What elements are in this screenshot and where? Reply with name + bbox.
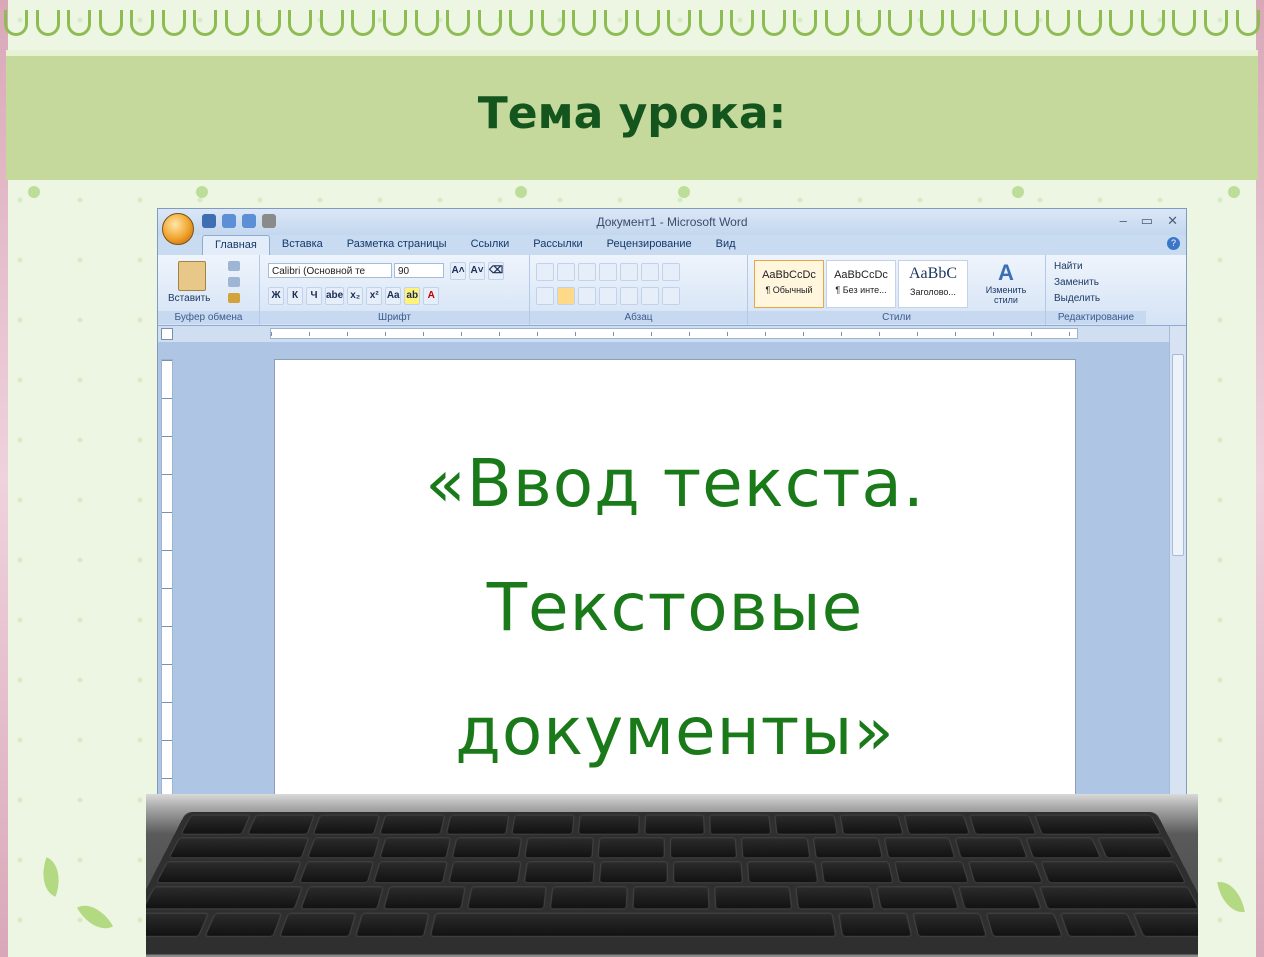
bold-button[interactable]: Ж: [268, 287, 284, 305]
align-left-icon[interactable]: [536, 287, 554, 305]
find-button[interactable]: Найти: [1054, 261, 1083, 272]
clipboard-group: Вставить Буфер обмена: [158, 255, 260, 325]
clipboard-group-label: Буфер обмена: [158, 311, 259, 324]
line-spacing-icon[interactable]: [620, 287, 638, 305]
tab-review[interactable]: Рецензирование: [595, 235, 704, 255]
cut-icon[interactable]: [228, 261, 240, 271]
editing-group: Найти Заменить Выделить Редактирование: [1046, 255, 1146, 325]
change-case-button[interactable]: Aa: [385, 287, 402, 305]
document-line: Текстовые: [486, 569, 864, 646]
format-painter-icon[interactable]: [228, 293, 240, 303]
horizontal-ruler[interactable]: [158, 326, 1186, 342]
document-line: документы»: [455, 693, 895, 770]
tab-mailings[interactable]: Рассылки: [521, 235, 594, 255]
office-button[interactable]: [162, 213, 194, 245]
document-text[interactable]: «Ввод текста. Текстовые документы»: [275, 422, 1075, 794]
paste-icon[interactable]: [178, 261, 206, 291]
sort-icon[interactable]: [641, 263, 659, 281]
word-window: Документ1 - Microsoft Word – ▭ ✕ Главная…: [157, 208, 1187, 798]
styles-group: AaBbCcDc ¶ Обычный AaBbCcDc ¶ Без инте..…: [748, 255, 1046, 325]
paste-button[interactable]: Вставить: [168, 293, 210, 304]
style-heading[interactable]: AaBbC Заголово...: [898, 260, 968, 308]
increase-indent-icon[interactable]: [620, 263, 638, 281]
vertical-ruler[interactable]: [161, 359, 173, 797]
decor-dot: [1012, 186, 1024, 198]
style-normal[interactable]: AaBbCcDc ¶ Обычный: [754, 260, 824, 308]
subscript-button[interactable]: x₂: [347, 287, 364, 305]
font-name-combo[interactable]: Calibri (Основной те: [268, 263, 392, 278]
tab-home[interactable]: Главная: [202, 235, 270, 255]
minimize-icon[interactable]: –: [1120, 213, 1127, 229]
italic-button[interactable]: К: [287, 287, 303, 305]
slide-title: Тема урока:: [477, 88, 787, 139]
select-button[interactable]: Выделить: [1054, 293, 1100, 304]
justify-icon[interactable]: [599, 287, 617, 305]
tab-insert[interactable]: Вставка: [270, 235, 335, 255]
title-bar: Документ1 - Microsoft Word – ▭ ✕: [158, 209, 1186, 235]
underline-button[interactable]: Ч: [306, 287, 322, 305]
tab-page-layout[interactable]: Разметка страницы: [335, 235, 459, 255]
ribbon-tabs: Главная Вставка Разметка страницы Ссылки…: [158, 235, 1186, 255]
numbering-icon[interactable]: [557, 263, 575, 281]
scrollbar-thumb[interactable]: [1172, 354, 1184, 556]
decrease-indent-icon[interactable]: [599, 263, 617, 281]
font-color-icon[interactable]: A: [423, 287, 440, 305]
ribbon: Вставить Буфер обмена Calibri (Основной …: [158, 255, 1186, 326]
window-title: Документ1 - Microsoft Word: [596, 215, 748, 229]
editing-group-label: Редактирование: [1046, 311, 1146, 324]
shrink-font-button[interactable]: A˅: [469, 262, 485, 280]
align-right-icon[interactable]: [578, 287, 596, 305]
highlight-color-icon[interactable]: ab: [404, 287, 421, 305]
paragraph-group: Абзац: [530, 255, 748, 325]
grow-font-button[interactable]: A˄: [450, 262, 466, 280]
tab-selector[interactable]: [161, 328, 173, 340]
document-line: «Ввод текста.: [425, 445, 925, 522]
tab-references[interactable]: Ссылки: [459, 235, 522, 255]
decor-dot: [1228, 186, 1240, 198]
font-group: Calibri (Основной те 90 A˄ A˅ ⌫ Ж К Ч ab…: [260, 255, 530, 325]
styles-group-label: Стили: [748, 311, 1045, 324]
font-size-combo[interactable]: 90: [394, 263, 444, 278]
copy-icon[interactable]: [228, 277, 240, 287]
decorative-stitch-border: [0, 10, 1264, 42]
close-icon[interactable]: ✕: [1167, 213, 1178, 229]
style-no-spacing[interactable]: AaBbCcDc ¶ Без инте...: [826, 260, 896, 308]
multilevel-list-icon[interactable]: [578, 263, 596, 281]
change-styles-button[interactable]: A Изменить стили: [980, 260, 1032, 306]
strikethrough-button[interactable]: abe: [325, 287, 345, 305]
bullets-icon[interactable]: [536, 263, 554, 281]
tab-view[interactable]: Вид: [704, 235, 748, 255]
align-center-icon[interactable]: [557, 287, 575, 305]
borders-icon[interactable]: [662, 287, 680, 305]
shading-icon[interactable]: [641, 287, 659, 305]
document-page[interactable]: «Ввод текста. Текстовые документы»: [274, 359, 1076, 797]
change-styles-icon: A: [998, 260, 1014, 285]
superscript-button[interactable]: x²: [366, 287, 383, 305]
laptop-keyboard-image: [146, 794, 1198, 957]
clear-format-icon[interactable]: ⌫: [488, 262, 505, 280]
paragraph-group-label: Абзац: [530, 311, 747, 324]
decor-dot: [196, 186, 208, 198]
maximize-icon[interactable]: ▭: [1141, 213, 1153, 229]
vertical-scrollbar[interactable]: [1169, 326, 1186, 797]
font-group-label: Шрифт: [260, 311, 529, 324]
help-icon[interactable]: ?: [1167, 237, 1180, 250]
replace-button[interactable]: Заменить: [1054, 277, 1099, 288]
show-marks-icon[interactable]: [662, 263, 680, 281]
decor-dot: [515, 186, 527, 198]
decor-dot: [28, 186, 40, 198]
decor-dot: [678, 186, 690, 198]
